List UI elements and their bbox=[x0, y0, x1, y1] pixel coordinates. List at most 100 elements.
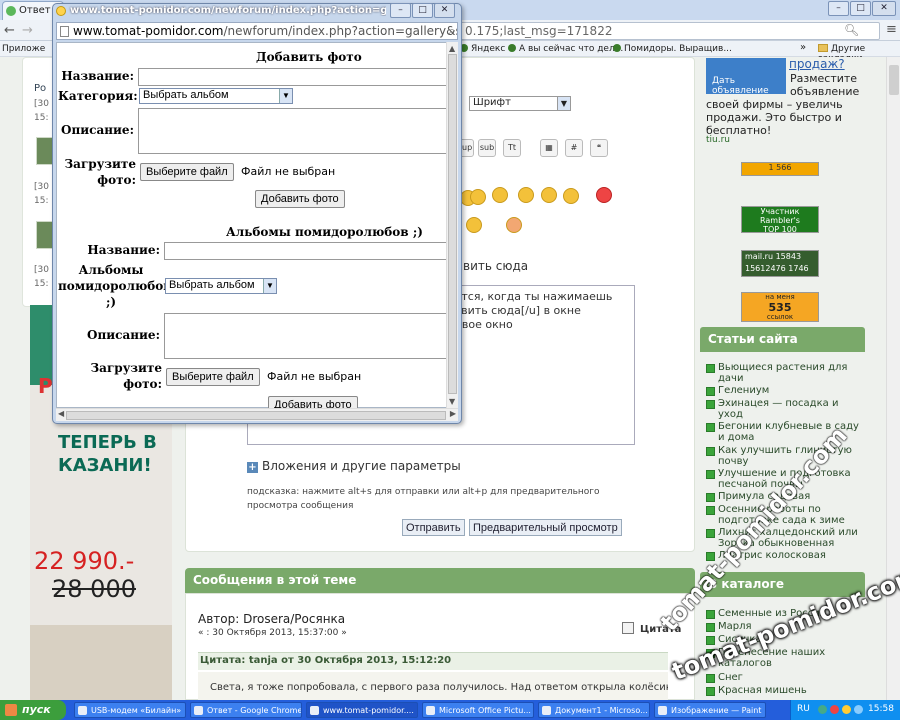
heart-smiley-icon[interactable] bbox=[596, 187, 612, 203]
font-select[interactable]: Шрифт ▼ bbox=[469, 96, 571, 111]
recent-item-meta: 15: bbox=[34, 279, 49, 289]
folder-icon bbox=[818, 44, 828, 52]
chrome-tab-icon bbox=[6, 6, 16, 16]
bookmarks-more-button[interactable]: » bbox=[800, 42, 806, 53]
album-select[interactable]: Выбрать альбом ▼ bbox=[165, 278, 277, 294]
smiley-icon[interactable] bbox=[541, 187, 557, 203]
send-button[interactable]: Отправить bbox=[402, 519, 465, 536]
page-scrollbar[interactable] bbox=[886, 57, 900, 700]
paint-icon bbox=[658, 706, 667, 715]
popup-address-bar[interactable]: www.tomat-pomidor.com/newforum/index.php… bbox=[56, 22, 458, 40]
start-button[interactable]: пуск bbox=[0, 700, 66, 720]
ad-post-button[interactable]: Дать объявление bbox=[706, 58, 786, 96]
tray-icon[interactable] bbox=[854, 705, 863, 714]
category-select[interactable]: Выбрать альбом ▼ bbox=[139, 88, 293, 104]
banner-line2: КАЗАНИ! bbox=[58, 455, 152, 476]
banner-image bbox=[30, 625, 172, 700]
message-date: « : 30 Октября 2013, 15:37:00 » bbox=[198, 628, 347, 638]
smiley-icon[interactable] bbox=[466, 217, 482, 233]
ad-source-link[interactable]: tiu.ru bbox=[706, 135, 730, 145]
recent-item-title[interactable]: Ро bbox=[34, 83, 46, 94]
close-button[interactable]: ✕ bbox=[872, 1, 896, 16]
description-textarea[interactable] bbox=[138, 108, 448, 154]
article-link[interactable]: Эхинацея — посадка и уход bbox=[706, 398, 864, 420]
add-photo-heading: Добавить фото bbox=[256, 50, 362, 64]
popup-horizontal-scrollbar[interactable]: ◀ ▶ bbox=[56, 408, 458, 421]
bookmark-yandex[interactable]: Яндекс bbox=[460, 44, 505, 54]
scroll-up-icon[interactable]: ▲ bbox=[449, 44, 455, 53]
ad-title-link[interactable]: продаж? bbox=[789, 57, 845, 71]
zoom-icon[interactable]: 🔍︎ bbox=[844, 23, 859, 37]
article-link[interactable]: Гелениум bbox=[706, 385, 864, 396]
tray-icon[interactable] bbox=[830, 705, 839, 714]
scrollbar-thumb[interactable] bbox=[66, 411, 446, 420]
task-chrome-reply[interactable]: Ответ - Google Chrome bbox=[190, 702, 302, 718]
scroll-right-icon[interactable]: ▶ bbox=[450, 409, 456, 418]
minimize-button[interactable]: – bbox=[828, 1, 849, 16]
smiley-icon[interactable] bbox=[518, 187, 534, 203]
smiley-icon[interactable] bbox=[563, 188, 579, 204]
paste-here-link[interactable]: вить сюда bbox=[463, 259, 528, 273]
counter-badge[interactable]: 1 566 bbox=[741, 162, 819, 176]
name-input[interactable] bbox=[138, 68, 448, 86]
back-arrow-icon[interactable]: ← bbox=[4, 23, 15, 38]
catalog-link[interactable]: Снег bbox=[706, 672, 864, 683]
forward-arrow-icon[interactable]: → bbox=[22, 23, 33, 38]
chevron-down-icon: ▼ bbox=[279, 89, 292, 103]
language-indicator[interactable]: RU bbox=[797, 704, 810, 714]
scrollbar-thumb[interactable] bbox=[889, 65, 899, 95]
articles-header: Статьи сайта bbox=[700, 327, 865, 352]
scroll-left-icon[interactable]: ◀ bbox=[58, 409, 64, 418]
upload-label: Загрузите фото: bbox=[90, 361, 162, 391]
zoom-icon[interactable]: ⌕ bbox=[449, 24, 455, 38]
app-icon bbox=[78, 706, 87, 715]
bookmark-icon bbox=[613, 44, 621, 52]
rambler-counter[interactable]: Участник Rambler's TOP 100 bbox=[741, 206, 819, 234]
banner-line1: ТЕПЕРЬ В bbox=[58, 432, 157, 453]
task-office-picture[interactable]: Microsoft Office Pictu... bbox=[422, 702, 534, 718]
hash-icon[interactable]: # bbox=[565, 139, 583, 157]
address-bar[interactable]: 0.175;last_msg=171822 bbox=[460, 22, 880, 40]
maximize-button[interactable]: □ bbox=[850, 1, 871, 16]
album-name-input[interactable] bbox=[164, 242, 448, 260]
scrollbar-thumb[interactable] bbox=[448, 54, 457, 394]
popup-maximize-button[interactable]: □ bbox=[412, 3, 433, 18]
albums-heading: Альбомы помидоролюбов ;) bbox=[226, 225, 423, 239]
article-link[interactable]: Вьющиеся растения для дачи bbox=[706, 362, 864, 384]
subscript-button[interactable]: sub bbox=[478, 139, 496, 157]
smiley-icon[interactable] bbox=[492, 187, 508, 203]
mailru-counter[interactable]: mail.ru 15843 15612476 1746 bbox=[741, 250, 819, 277]
quote-icon[interactable]: ❝ bbox=[590, 139, 608, 157]
task-word[interactable]: Документ1 - Microso... bbox=[538, 702, 650, 718]
add-photo-button[interactable]: Добавить фото bbox=[255, 190, 345, 208]
popup-close-button[interactable]: ✕ bbox=[434, 3, 455, 18]
menu-icon[interactable]: ≡ bbox=[886, 22, 897, 37]
task-paint[interactable]: Изображение — Paint bbox=[654, 702, 766, 718]
teletype-button[interactable]: Tt bbox=[503, 139, 521, 157]
windows-logo-icon bbox=[5, 704, 17, 716]
task-chrome-popup[interactable]: www.tomat-pomidor.... bbox=[306, 702, 418, 718]
album-description-textarea[interactable] bbox=[164, 313, 448, 359]
tray-icon[interactable] bbox=[818, 705, 827, 714]
smiley-icon[interactable] bbox=[506, 217, 522, 233]
bookmark-apps[interactable]: Приложе bbox=[2, 44, 45, 54]
popup-vertical-scrollbar[interactable]: ▲ ▼ bbox=[446, 42, 458, 408]
bookmark-tomatoes[interactable]: Помидоры. Выращив... bbox=[613, 44, 732, 54]
table-icon[interactable]: ▦ bbox=[540, 139, 558, 157]
quote-icon bbox=[622, 622, 634, 634]
chrome-icon bbox=[194, 706, 203, 715]
messages-header: Сообщения в этой теме bbox=[185, 568, 695, 593]
bookmark-icon bbox=[508, 44, 516, 52]
attachments-toggle[interactable]: + Вложения и другие параметры bbox=[247, 459, 461, 473]
popup-minimize-button[interactable]: – bbox=[390, 3, 411, 18]
choose-file-button[interactable]: Выберите файл bbox=[140, 163, 234, 181]
preview-button[interactable]: Предварительный просмотр bbox=[469, 519, 622, 536]
smiley-icon[interactable] bbox=[470, 189, 486, 205]
task-modem[interactable]: USB-модем «Билайн» bbox=[74, 702, 186, 718]
tray-icon[interactable] bbox=[842, 705, 851, 714]
scroll-down-icon[interactable]: ▼ bbox=[449, 397, 455, 406]
choose-file-button[interactable]: Выберите файл bbox=[166, 368, 260, 386]
links-counter[interactable]: на меня 535 ссылок bbox=[741, 292, 819, 322]
bookmark-what-doing[interactable]: А вы сейчас что дел... bbox=[508, 44, 623, 54]
catalog-link[interactable]: Красная мишень bbox=[706, 685, 864, 696]
